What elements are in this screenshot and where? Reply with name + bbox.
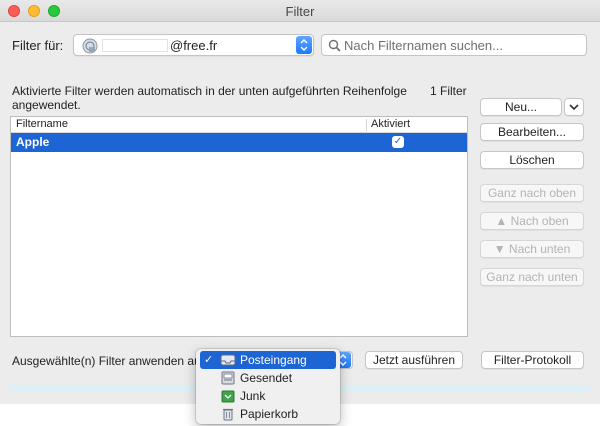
edit-button[interactable]: Bearbeiten...: [480, 123, 584, 141]
column-divider: [366, 119, 367, 131]
move-up-label: Nach oben: [510, 214, 569, 228]
chevron-updown-icon: [296, 36, 312, 54]
move-to-top-button[interactable]: Ganz nach oben: [480, 184, 584, 202]
chevron-down-icon: [569, 104, 579, 111]
sent-icon: [221, 371, 235, 385]
column-header-aktiviert[interactable]: Aktiviert: [371, 118, 410, 130]
filter-name-cell: Apple: [16, 135, 50, 149]
filter-table[interactable]: Filtername Aktiviert Apple ✓: [10, 116, 468, 337]
window-title: Filter: [285, 4, 315, 19]
menu-item-label: Posteingang: [240, 353, 307, 367]
search-icon: [328, 39, 341, 52]
title-bar: Filter: [0, 0, 600, 22]
menu-item-posteingang[interactable]: ✓ Posteingang: [200, 351, 336, 369]
search-field[interactable]: [321, 34, 587, 56]
table-header: Filtername Aktiviert: [11, 117, 467, 133]
new-filter-button[interactable]: Neu...: [480, 98, 562, 116]
delete-button[interactable]: Löschen: [480, 151, 584, 169]
run-now-button[interactable]: Jetzt ausführen: [365, 351, 463, 369]
filter-description: Aktivierte Filter werden automatisch in …: [12, 84, 407, 112]
table-row[interactable]: Apple ✓: [11, 133, 467, 152]
junk-icon: [221, 390, 235, 403]
menu-item-junk[interactable]: Junk: [200, 387, 336, 405]
search-input[interactable]: [344, 37, 582, 53]
inbox-icon: [220, 354, 236, 366]
trash-icon: [223, 408, 233, 421]
checkmark-icon: ✓: [204, 354, 214, 366]
move-down-label: Nach unten: [508, 242, 571, 256]
menu-item-label: Junk: [240, 389, 266, 403]
move-to-bottom-button[interactable]: Ganz nach unten: [480, 268, 584, 286]
filter-count: 1 Filter: [430, 84, 467, 98]
account-name-field: [102, 39, 168, 52]
arrow-up-icon: ▲: [495, 214, 511, 228]
menu-item-papierkorb[interactable]: Papierkorb: [200, 405, 336, 423]
filter-log-button[interactable]: Filter-Protokoll: [481, 351, 584, 369]
move-up-button[interactable]: ▲ Nach oben: [480, 212, 584, 230]
apply-to-label: Ausgewählte(n) Filter anwenden auf:: [12, 354, 208, 368]
menu-item-gesendet[interactable]: Gesendet: [200, 369, 336, 387]
account-domain: @free.fr: [170, 38, 218, 53]
column-header-filtername[interactable]: Filtername: [16, 118, 68, 130]
new-filter-menu-button[interactable]: [564, 98, 584, 116]
menu-item-label: Gesendet: [240, 371, 293, 385]
folder-dropdown-menu[interactable]: ✓ Posteingang Gesendet Junk Papierkorb: [196, 349, 340, 424]
menu-item-label: Papierkorb: [240, 407, 299, 421]
filter-for-label: Filter für:: [12, 38, 64, 53]
activated-checkbox[interactable]: ✓: [392, 136, 404, 148]
account-select[interactable]: @free.fr: [73, 34, 314, 56]
filter-window: Filter Filter für: @free.fr Aktivierte F…: [0, 0, 600, 404]
account-icon: [82, 38, 98, 54]
move-down-button[interactable]: ▼ Nach unten: [480, 240, 584, 258]
arrow-down-icon: ▼: [493, 242, 509, 256]
